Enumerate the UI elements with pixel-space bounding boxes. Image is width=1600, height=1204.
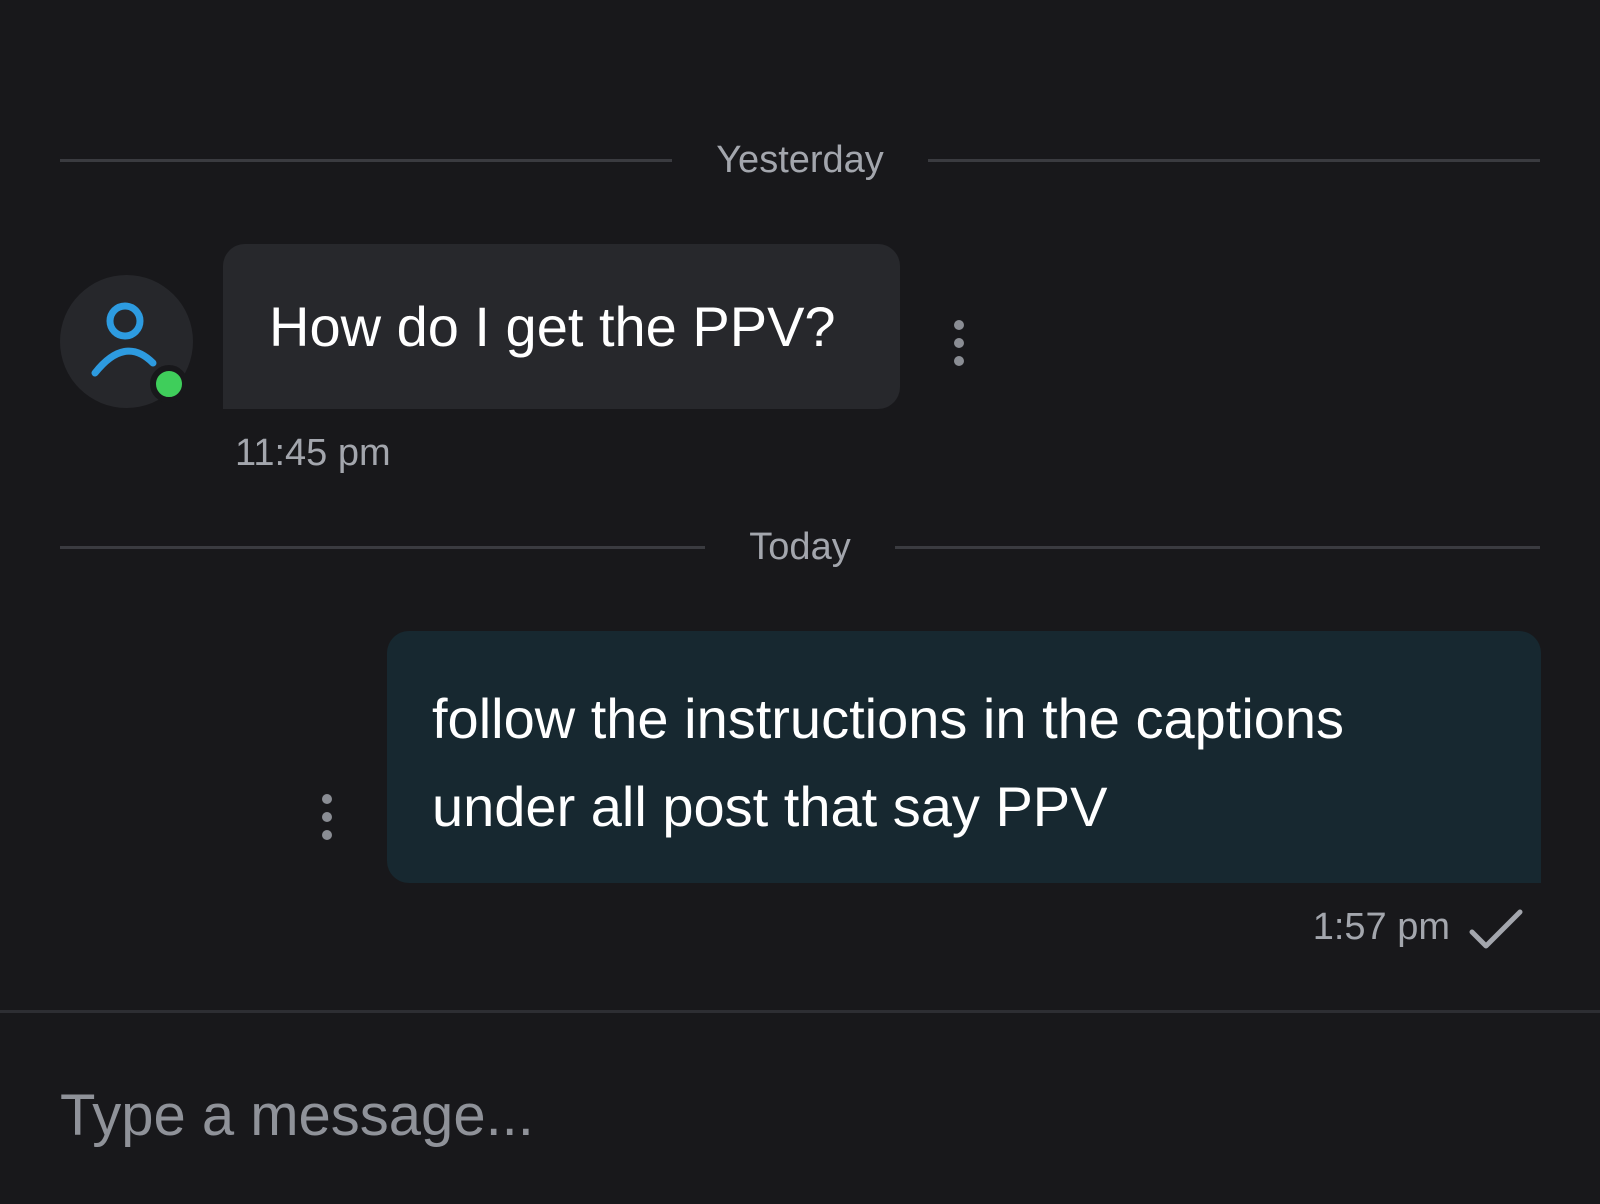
composer-divider <box>0 1010 1600 1013</box>
incoming-message-options-icon[interactable] <box>949 320 969 366</box>
divider-line <box>60 545 706 549</box>
message-input[interactable] <box>60 1080 1360 1150</box>
date-divider-yesterday: Yesterday <box>60 138 1541 181</box>
incoming-message-bubble[interactable]: How do I get the PPV? <box>223 244 900 409</box>
outgoing-message-bubble[interactable]: follow the instructions in the captions … <box>387 631 1541 883</box>
chat-screen: Yesterday How do I get the PPV? 11:45 pm… <box>0 0 1600 1204</box>
date-label: Yesterday <box>716 138 884 181</box>
divider-line <box>894 545 1540 549</box>
incoming-message-time: 11:45 pm <box>235 432 391 474</box>
divider-line <box>927 158 1541 162</box>
online-status-dot <box>150 365 188 403</box>
date-divider-today: Today <box>60 525 1540 568</box>
checkmark-icon <box>1469 909 1523 949</box>
outgoing-message-options-icon[interactable] <box>317 794 337 840</box>
outgoing-message-text: follow the instructions in the captions … <box>432 687 1345 838</box>
divider-line <box>60 158 673 162</box>
date-label: Today <box>749 525 851 568</box>
incoming-message-text: How do I get the PPV? <box>269 295 836 358</box>
outgoing-message-time: 1:57 pm <box>1312 906 1450 948</box>
